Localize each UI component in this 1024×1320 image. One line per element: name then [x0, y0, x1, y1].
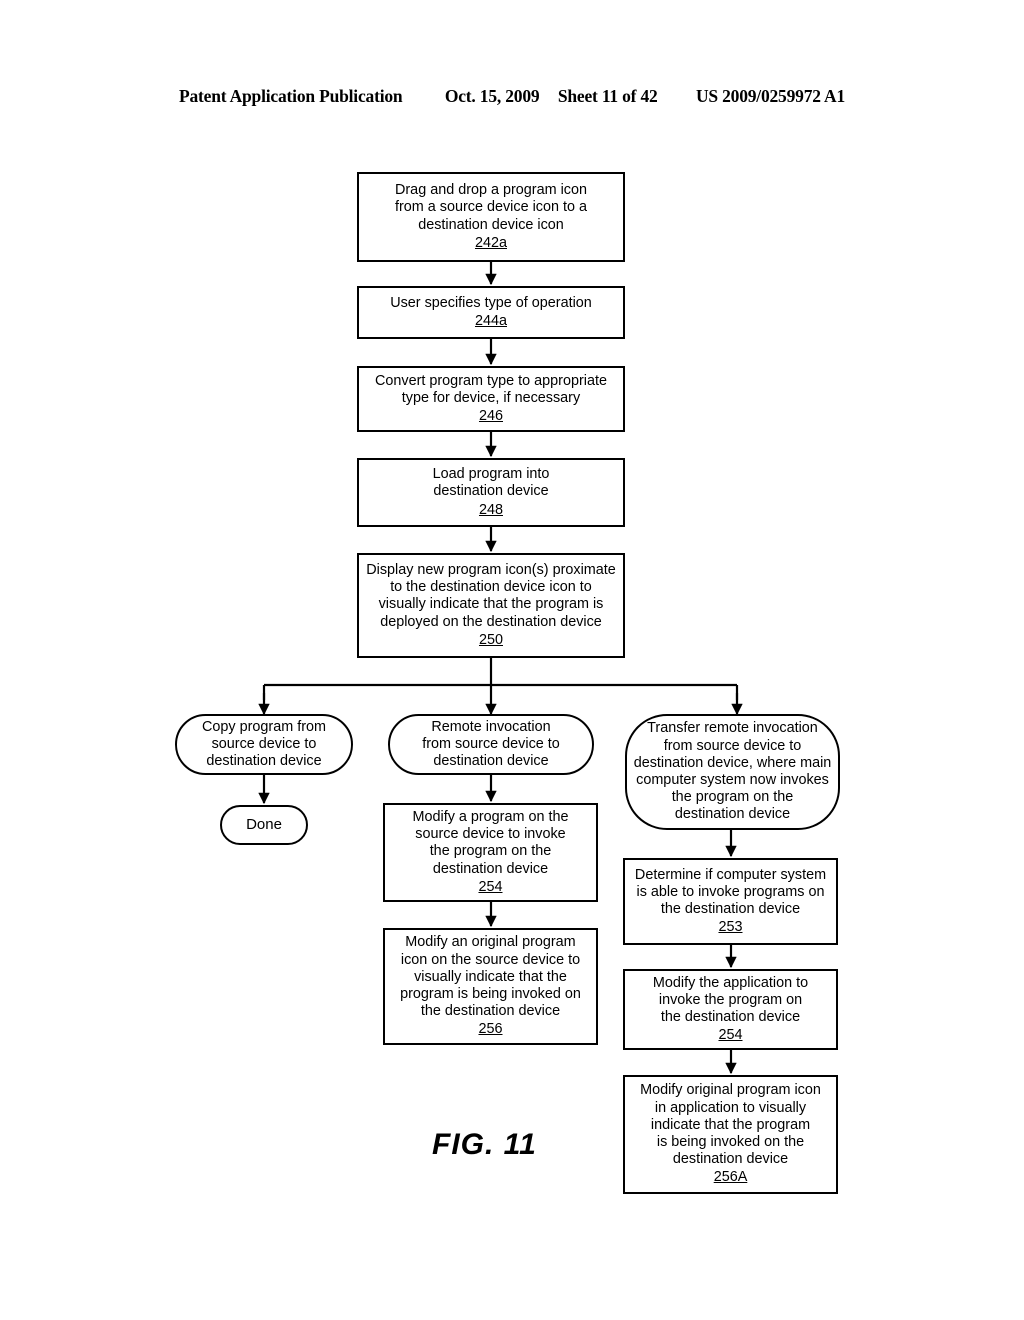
node-branch-copy-text: Copy program from source device to desti…	[202, 718, 326, 770]
node-250-text: Display new program icon(s) proximate to…	[366, 561, 616, 630]
node-branch-copy[interactable]: Copy program from source device to desti…	[175, 714, 353, 775]
node-242a-ref: 242a	[474, 234, 507, 251]
node-254-middle-text: Modify a program on the source device to…	[412, 808, 569, 877]
node-244a-ref: 244a	[474, 313, 507, 329]
node-254-right-ref: 254	[718, 1027, 743, 1044]
node-done-text: Done	[246, 816, 282, 834]
node-256-text: Modify an original program icon on the s…	[400, 934, 581, 1020]
node-246-ref: 246	[478, 408, 503, 425]
node-256-ref: 256	[478, 1021, 503, 1038]
node-254-right-text: Modify the application to invoke the pro…	[652, 974, 809, 1025]
node-242a-text: Drag and drop a program icon from a sour…	[395, 182, 587, 233]
flowchart: Drag and drop a program icon from a sour…	[0, 0, 1024, 1320]
node-256A[interactable]: Modify original program icon in applicat…	[623, 1075, 838, 1194]
node-branch-transfer[interactable]: Transfer remote invocation from source d…	[625, 714, 840, 830]
node-254-right[interactable]: Modify the application to invoke the pro…	[623, 969, 838, 1050]
node-256[interactable]: Modify an original program icon on the s…	[383, 928, 598, 1045]
node-branch-remote-text: Remote invocation from source device to …	[422, 718, 560, 770]
node-253-text: Determine if computer system is able to …	[634, 866, 827, 917]
node-246[interactable]: Convert program type to appropriate type…	[357, 366, 625, 432]
node-246-text: Convert program type to appropriate type…	[375, 372, 607, 406]
node-244a-text: User specifies type of operation	[390, 294, 592, 311]
node-244a[interactable]: User specifies type of operation 244a	[357, 286, 625, 339]
node-248[interactable]: Load program into destination device 248	[357, 458, 625, 527]
node-242a[interactable]: Drag and drop a program icon from a sour…	[357, 172, 625, 262]
node-253[interactable]: Determine if computer system is able to …	[623, 858, 838, 945]
node-254-middle[interactable]: Modify a program on the source device to…	[383, 803, 598, 902]
node-250[interactable]: Display new program icon(s) proximate to…	[357, 553, 625, 658]
node-248-ref: 248	[478, 501, 503, 518]
node-256A-ref: 256A	[713, 1169, 748, 1186]
node-253-ref: 253	[718, 919, 743, 936]
figure-caption: FIG. 11	[432, 1128, 537, 1161]
node-254-middle-ref: 254	[478, 878, 503, 895]
node-branch-remote[interactable]: Remote invocation from source device to …	[388, 714, 594, 775]
node-branch-transfer-text: Transfer remote invocation from source d…	[633, 720, 832, 823]
node-250-ref: 250	[478, 631, 503, 648]
node-256A-text: Modify original program icon in applicat…	[640, 1082, 821, 1168]
node-248-text: Load program into destination device	[432, 466, 550, 500]
node-done[interactable]: Done	[220, 805, 308, 845]
